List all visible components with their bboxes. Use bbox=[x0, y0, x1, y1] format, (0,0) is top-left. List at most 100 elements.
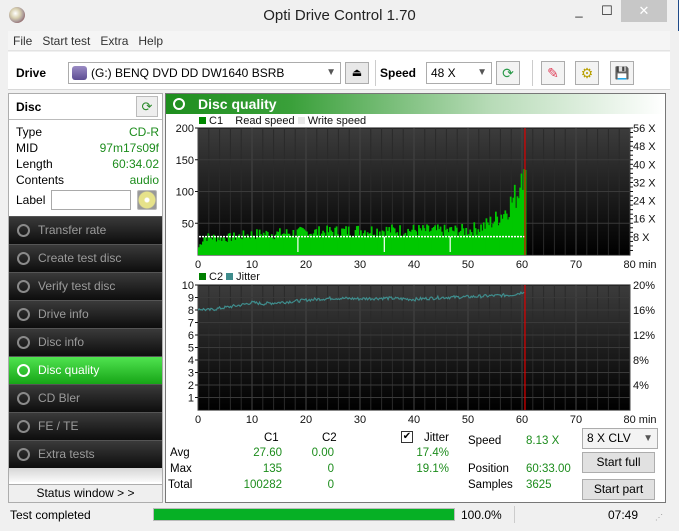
menu-start-test[interactable]: Start test bbox=[37, 31, 95, 51]
status-bar: Test completed 100.0% 07:49 ⋰ bbox=[0, 505, 679, 525]
nav-disc-quality[interactable]: Disc quality bbox=[9, 356, 162, 384]
x-tick-label: 70 bbox=[570, 259, 582, 271]
disc-label-input[interactable] bbox=[51, 190, 131, 210]
menu-extra[interactable]: Extra bbox=[95, 31, 133, 51]
y-tick-label: 1 bbox=[188, 393, 194, 405]
resize-grip-icon[interactable]: ⋰ bbox=[655, 513, 663, 522]
disc-icon bbox=[17, 364, 30, 377]
speed-label: Speed bbox=[380, 66, 417, 80]
x-tick-label: 10 bbox=[246, 414, 258, 426]
speed-select-value: 48 X bbox=[431, 66, 456, 80]
nav-label: Drive info bbox=[38, 307, 89, 321]
menu-file[interactable]: File bbox=[8, 31, 37, 51]
disc-contents-row: Contents audio bbox=[16, 173, 159, 189]
eraser-icon: ✎ bbox=[547, 65, 559, 81]
maximize-button[interactable]: ☐ bbox=[593, 0, 621, 22]
nav-transfer-rate[interactable]: Transfer rate bbox=[9, 216, 162, 244]
progress-bar bbox=[153, 508, 455, 521]
drive-select-value: (G:) BENQ DVD DD DW1640 BSRB bbox=[91, 66, 285, 80]
progress-fill bbox=[154, 509, 454, 520]
y-tick-label: 9 bbox=[188, 293, 194, 305]
legend-swatch-c2 bbox=[199, 273, 206, 280]
x-tick-label: 70 bbox=[570, 414, 582, 426]
position-value: 60:33.00 bbox=[526, 463, 571, 475]
minimize-button[interactable]: _ bbox=[565, 0, 593, 22]
disc-icon bbox=[17, 252, 30, 265]
main-header: Disc quality bbox=[166, 94, 665, 114]
jitter-checkbox[interactable]: ✔ bbox=[401, 431, 413, 443]
legend-swatch-write-speed bbox=[297, 117, 305, 124]
disc-label-button[interactable] bbox=[137, 190, 157, 210]
test-mode-value: 8 X CLV bbox=[587, 431, 631, 445]
disc-icon bbox=[17, 336, 30, 349]
title-bar: Opti Drive Control 1.70 _ ☐ ✕ bbox=[0, 0, 679, 31]
status-window-button[interactable]: Status window > > bbox=[8, 484, 163, 503]
erase-button[interactable]: ✎ bbox=[541, 61, 565, 85]
stats-max-label: Max bbox=[170, 463, 192, 475]
nav-label: Disc info bbox=[38, 335, 85, 349]
nav-drive-info[interactable]: Drive info bbox=[9, 300, 162, 328]
y-tick-label: 10 bbox=[182, 280, 194, 292]
close-button[interactable]: ✕ bbox=[621, 0, 667, 22]
y2-tick-label: 24 X bbox=[633, 196, 656, 208]
disc-contents-key: Contents bbox=[16, 173, 65, 187]
x-tick-label: 0 bbox=[195, 259, 201, 271]
disc-length-key: Length bbox=[16, 157, 53, 171]
y-tick-label: 5 bbox=[188, 343, 194, 355]
x-tick-label: 20 bbox=[300, 414, 312, 426]
test-mode-select[interactable]: 8 X CLV ▼ bbox=[582, 428, 658, 449]
y2-tick-label: 48 X bbox=[633, 141, 656, 153]
c1-chart: 0 10 20 30 40 50 60 70 80 min 50 100 150 200 8 X 16 X 2… bbox=[176, 124, 657, 271]
disc-quality-icon bbox=[173, 98, 185, 110]
disc-refresh-button[interactable]: ⟳ bbox=[136, 96, 158, 117]
stats-col-c2: C2 bbox=[322, 432, 337, 444]
y-tick-label: 200 bbox=[176, 124, 194, 135]
toolbar: Drive (G:) BENQ DVD DD DW1640 BSRB ▼ ⏏ S… bbox=[8, 52, 670, 90]
eject-button[interactable]: ⏏ bbox=[345, 62, 369, 84]
x-tick-label: 50 bbox=[462, 414, 474, 426]
chevron-down-icon: ▼ bbox=[643, 433, 653, 444]
y-tick-label: 7 bbox=[188, 318, 194, 330]
y-tick-label: 3 bbox=[188, 368, 194, 380]
nav-label: Verify test disc bbox=[38, 279, 116, 293]
y2-tick-label: 56 X bbox=[633, 124, 656, 135]
eject-icon: ⏏ bbox=[351, 67, 363, 79]
drive-icon bbox=[72, 66, 87, 80]
y2-tick-label: 16% bbox=[633, 305, 655, 317]
settings-button[interactable]: ⚙ bbox=[575, 61, 599, 85]
nav-filler bbox=[9, 468, 162, 482]
stats-max-c2: 0 bbox=[327, 463, 334, 475]
y-tick-label: 2 bbox=[188, 380, 194, 392]
chevron-down-icon: ▼ bbox=[326, 67, 336, 78]
disc-label-key: Label bbox=[16, 193, 46, 207]
refresh-speed-button[interactable]: ⟳ bbox=[496, 61, 520, 85]
stats-avg-c2: 0.00 bbox=[311, 447, 334, 459]
nav-label: Extra tests bbox=[38, 447, 95, 461]
speed-select[interactable]: 48 X ▼ bbox=[426, 62, 492, 84]
nav-cd-bler[interactable]: CD Bler bbox=[9, 384, 162, 412]
samples-label: Samples bbox=[468, 479, 513, 491]
x-tick-label: 60 bbox=[516, 414, 528, 426]
y2-tick-label: 12% bbox=[633, 330, 655, 342]
x-tick-label: 20 bbox=[300, 259, 312, 271]
nav-extra-tests[interactable]: Extra tests bbox=[9, 440, 162, 468]
nav-verify-test-disc[interactable]: Verify test disc bbox=[9, 272, 162, 300]
menu-bar: File Start test Extra Help bbox=[8, 31, 670, 51]
save-button[interactable]: 💾 bbox=[610, 61, 634, 85]
nav-disc-info[interactable]: Disc info bbox=[9, 328, 162, 356]
x-tick-label: 40 bbox=[408, 414, 420, 426]
drive-select[interactable]: (G:) BENQ DVD DD DW1640 BSRB ▼ bbox=[68, 62, 341, 84]
nav-create-test-disc[interactable]: Create test disc bbox=[9, 244, 162, 272]
start-full-button[interactable]: Start full bbox=[582, 452, 655, 473]
start-part-button[interactable]: Start part bbox=[582, 479, 655, 500]
main-title: Disc quality bbox=[198, 96, 277, 112]
disc-title: Disc bbox=[16, 100, 42, 114]
nav-label: Create test disc bbox=[38, 251, 122, 265]
nav-fe-te[interactable]: FE / TE bbox=[9, 412, 162, 440]
y2-tick-label: 20% bbox=[633, 280, 655, 292]
x-tick-label: 30 bbox=[354, 259, 366, 271]
y2-tick-label: 16 X bbox=[633, 214, 656, 226]
menu-help[interactable]: Help bbox=[133, 31, 168, 51]
stats-total-c2: 0 bbox=[327, 479, 334, 491]
refresh-icon: ⟳ bbox=[502, 65, 514, 81]
